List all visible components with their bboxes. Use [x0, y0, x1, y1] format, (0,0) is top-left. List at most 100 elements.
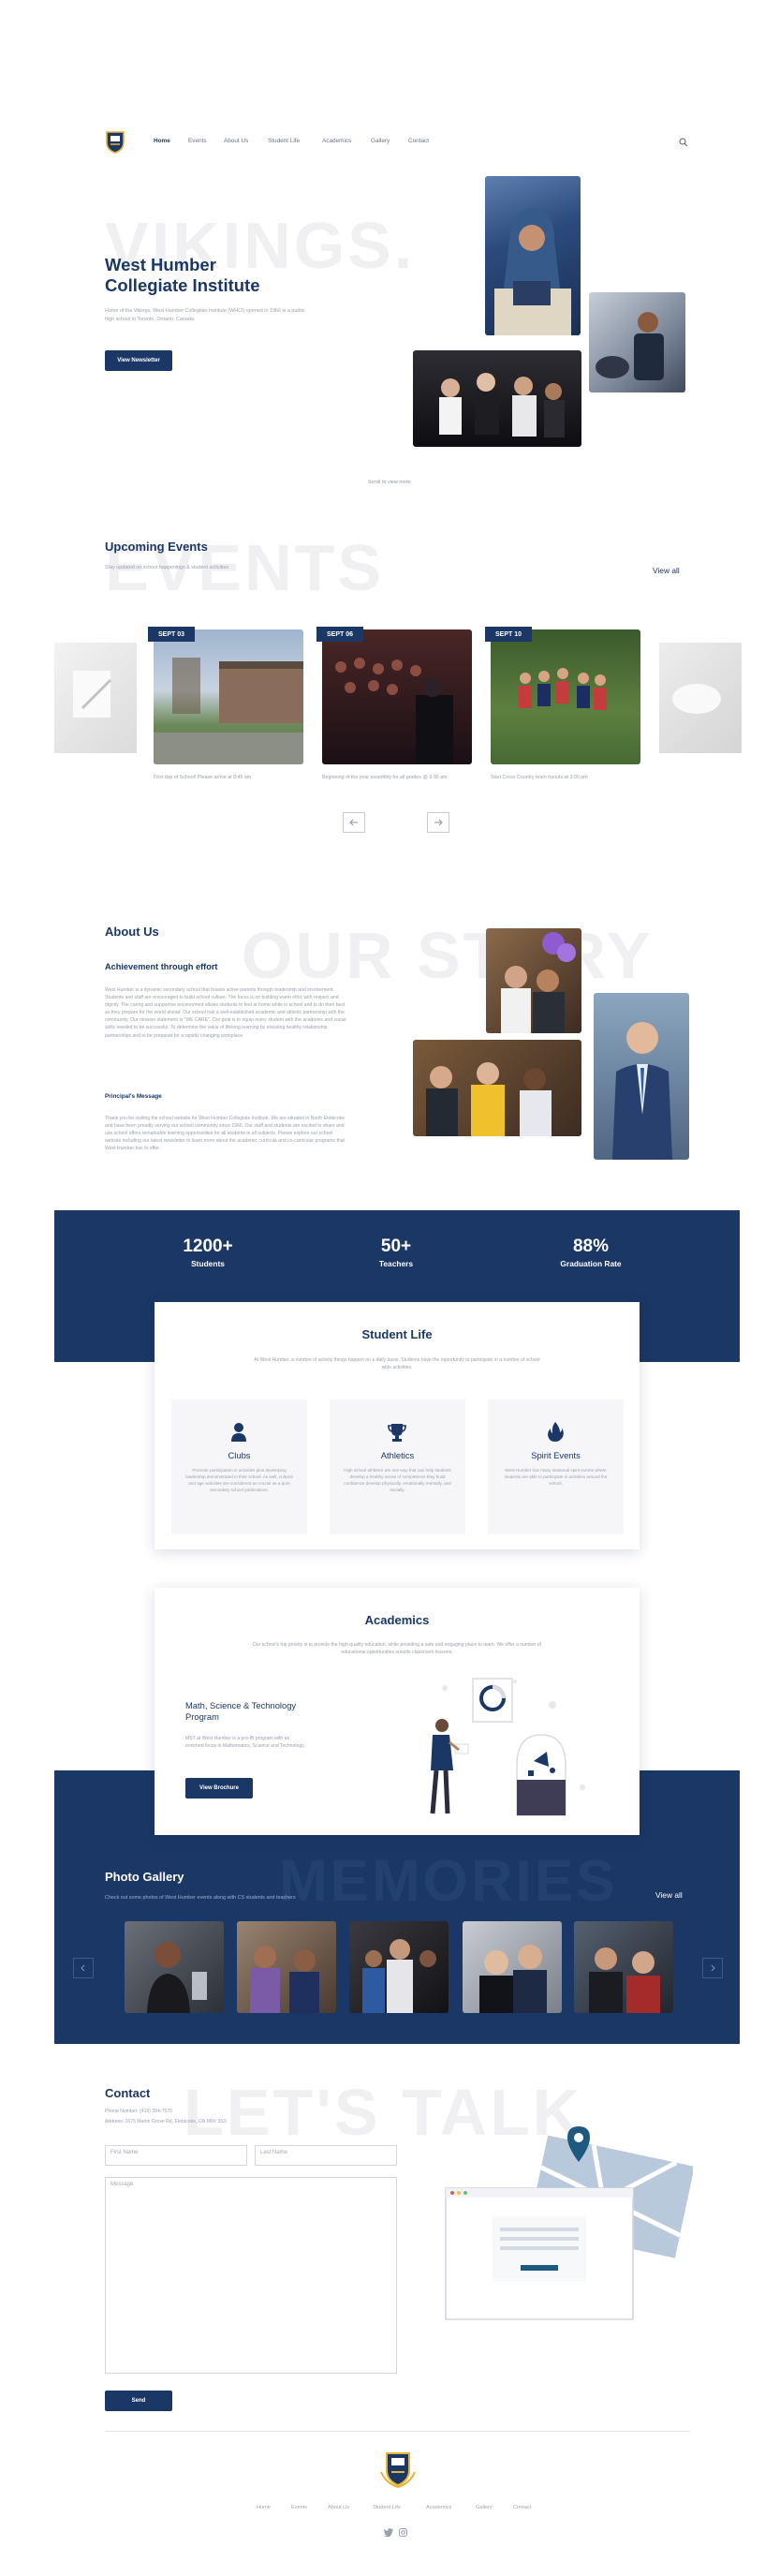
chevron-left-icon — [81, 1964, 85, 1972]
twitter-icon[interactable] — [384, 2524, 393, 2538]
gallery-background-word: MEMORIES — [279, 1849, 618, 1914]
athletics-text: High school athletics are one way that c… — [344, 1468, 451, 1492]
hero-photo-cheerleaders — [413, 350, 581, 447]
nav-academics[interactable]: Academics — [322, 138, 351, 144]
events-next-button[interactable] — [427, 812, 449, 833]
footer-logo[interactable] — [378, 2450, 418, 2489]
nav-student-life[interactable]: Student Life — [268, 138, 300, 144]
site-logo[interactable] — [105, 130, 125, 154]
last-name-input[interactable]: Last Name — [255, 2145, 397, 2166]
event-caption-1: First day of School! Please arrive at 8:… — [154, 775, 252, 780]
instagram-icon[interactable] — [399, 2524, 407, 2537]
about-photo-principal — [594, 993, 689, 1160]
spirit-events-text: West Humber has many seasonal spirit eve… — [504, 1468, 608, 1486]
scroll-hint[interactable]: Scroll to view more — [368, 480, 411, 485]
nav-events[interactable]: Events — [188, 138, 207, 144]
hero-description: Home of the Vikings, West Humber Collegi… — [105, 308, 305, 322]
about-subtitle: Achievement through effort — [105, 962, 218, 971]
gallery-title: Photo Gallery — [105, 1870, 184, 1884]
student-life-title: Student Life — [361, 1327, 433, 1341]
stat-students-label: Students — [191, 1259, 225, 1268]
about-title: About Us — [105, 925, 159, 939]
about-paragraph: West Humber is a dynamic secondary schoo… — [105, 987, 346, 1039]
about-background-word: OUR STORY — [242, 919, 654, 992]
about-photo-staff-group — [413, 1040, 581, 1136]
footer-link-academics[interactable]: Academics — [426, 2505, 451, 2510]
nav-about-us[interactable]: About Us — [224, 138, 248, 144]
program-title-line1: Math, Science & Technology — [185, 1700, 297, 1710]
stat-teachers-label: Teachers — [378, 1259, 414, 1268]
view-brochure-button[interactable]: View Brochure — [185, 1778, 253, 1799]
about-photo-students-balloons — [486, 928, 581, 1033]
chevron-right-icon — [711, 1964, 715, 1972]
gallery-prev-button[interactable] — [73, 1958, 94, 1978]
clubs-title: Clubs — [228, 1450, 251, 1460]
academics-illustration — [412, 1677, 599, 1817]
hero-title-line2: Collegiate Institute — [105, 275, 260, 295]
gallery-photo-4[interactable] — [463, 1921, 562, 2013]
stat-graduation-label: Graduation Rate — [560, 1259, 622, 1268]
contact-title: Contact — [105, 2086, 151, 2100]
program-title: Math, Science & Technology Program — [185, 1700, 296, 1723]
student-life-intro: At West Humber, a number of activity thi… — [254, 1357, 540, 1370]
events-view-all-link[interactable]: View all — [653, 566, 680, 575]
message-textarea[interactable]: Message — [105, 2177, 397, 2374]
event-caption-3: Start Cross Country team tryouts at 3:00… — [491, 775, 588, 780]
academics-title: Academics — [364, 1613, 430, 1627]
school-crest-icon — [106, 131, 125, 154]
event-card-image-cross-country[interactable] — [491, 629, 640, 764]
contact-phone: Phone Number: (416) 394-7570 — [105, 2109, 172, 2114]
arrow-left-icon — [349, 819, 358, 826]
program-text: MST at West Humber is a pre-IB program w… — [185, 1736, 305, 1749]
event-caption-2: Beginning of the year assembly for all g… — [322, 775, 448, 780]
events-title: Upcoming Events — [105, 540, 208, 554]
footer-link-student-life[interactable]: Student Life — [373, 2505, 401, 2510]
footer-link-contact[interactable]: Contact — [513, 2505, 531, 2510]
events-prev-button[interactable] — [343, 812, 365, 833]
academics-intro: Our school's top priority is to provide … — [252, 1642, 542, 1655]
event-card-image-assembly[interactable] — [322, 629, 472, 764]
gallery-photo-1[interactable] — [125, 1921, 224, 2013]
principal-heading: Principal's Message — [105, 1093, 162, 1100]
footer-link-home[interactable]: Home — [257, 2505, 271, 2510]
stat-graduation-value: 88% — [572, 1236, 610, 1256]
footer-link-about-us[interactable]: About Us — [328, 2505, 349, 2510]
stat-teachers-value: 50+ — [380, 1236, 412, 1256]
flame-icon — [547, 1421, 564, 1443]
spirit-events-title: Spirit Events — [531, 1450, 581, 1460]
event-date-badge-1: SEPT 03 — [148, 627, 195, 642]
view-newsletter-button[interactable]: View Newsletter — [105, 350, 172, 371]
nav-home[interactable]: Home — [154, 138, 170, 144]
athletics-title: Athletics — [380, 1450, 415, 1460]
gallery-photo-2[interactable] — [237, 1921, 336, 2013]
footer-link-gallery[interactable]: Gallery — [476, 2505, 493, 2510]
contact-illustration — [442, 2126, 695, 2325]
stat-students-value: 1200+ — [183, 1236, 233, 1256]
nav-gallery[interactable]: Gallery — [371, 138, 390, 144]
hero-photo-student-lab — [589, 292, 685, 392]
nav-contact[interactable]: Contact — [408, 138, 429, 144]
events-subtitle: Stay updated on school happenings & stud… — [105, 565, 229, 570]
school-crest-icon — [380, 2452, 416, 2489]
gallery-subtitle: Check out some photos of West Humber eve… — [105, 1895, 296, 1901]
gallery-view-all-link[interactable]: View all — [655, 1890, 683, 1900]
first-name-input[interactable]: First Name — [105, 2145, 247, 2166]
hero-photo-student-hijab — [485, 176, 581, 335]
gallery-photo-3[interactable] — [349, 1921, 449, 2013]
gallery-next-button[interactable] — [702, 1958, 723, 1978]
event-date-badge-3: SEPT 10 — [485, 627, 532, 642]
gallery-photo-5[interactable] — [574, 1921, 673, 2013]
contact-address: Address: 1675 Martin Grove Rd, Etobicoke… — [105, 2119, 227, 2124]
arrow-right-icon — [434, 819, 443, 826]
clubs-text: Promote participation in activities plus… — [185, 1468, 293, 1492]
event-card-image-school[interactable] — [154, 629, 303, 764]
trophy-icon — [388, 1422, 406, 1443]
event-faded-left-image — [54, 643, 137, 753]
event-date-badge-2: SEPT 06 — [316, 627, 363, 642]
principal-message: Thank you for visiting the school websit… — [105, 1116, 346, 1152]
footer-link-events[interactable]: Events — [291, 2505, 307, 2510]
footer-divider — [105, 2431, 690, 2432]
search-icon[interactable] — [679, 135, 688, 147]
hero-title-line1: West Humber — [105, 255, 216, 274]
send-button[interactable]: Send — [105, 2391, 172, 2411]
